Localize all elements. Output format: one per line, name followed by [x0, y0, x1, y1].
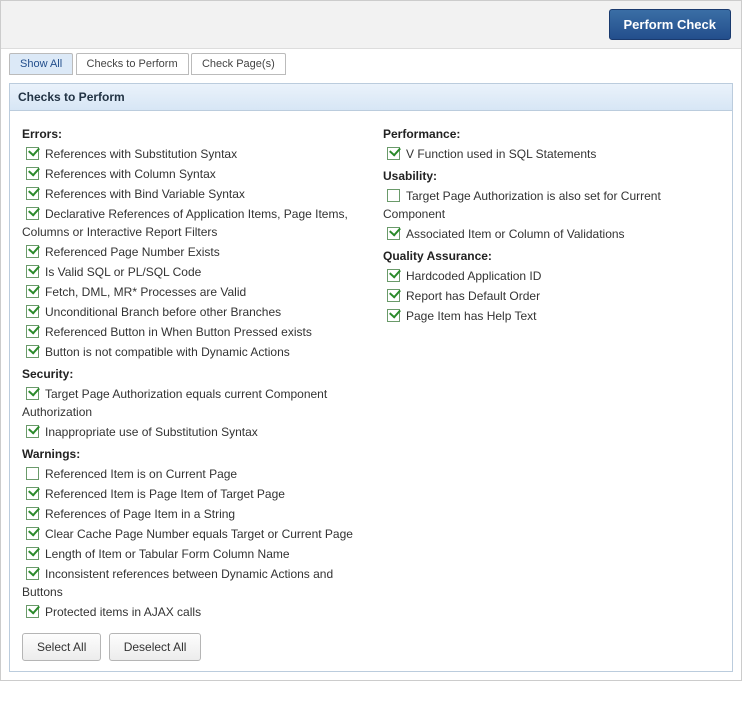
- check-label: References with Bind Variable Syntax: [45, 187, 245, 201]
- checkbox-references-of-page-item-in-a-string[interactable]: [26, 507, 39, 520]
- check-item: References with Column Syntax: [22, 165, 359, 183]
- check-item: Hardcoded Application ID: [383, 267, 720, 285]
- checkbox-protected-items-in-ajax-calls[interactable]: [26, 605, 39, 618]
- check-label: Target Page Authorization equals current…: [22, 387, 327, 419]
- check-label: Is Valid SQL or PL/SQL Code: [45, 265, 201, 279]
- group-title-errors: Errors:: [22, 127, 359, 141]
- checkbox-target-page-authorization-equals-current[interactable]: [26, 387, 39, 400]
- group-title-warnings: Warnings:: [22, 447, 359, 461]
- check-item: Target Page Authorization equals current…: [22, 385, 359, 421]
- select-all-button[interactable]: Select All: [22, 633, 101, 661]
- check-item: Referenced Item is on Current Page: [22, 465, 359, 483]
- checkbox-referenced-item-is-on-current-page[interactable]: [26, 467, 39, 480]
- check-label: Clear Cache Page Number equals Target or…: [45, 527, 353, 541]
- check-label: References with Substitution Syntax: [45, 147, 237, 161]
- check-item: References with Bind Variable Syntax: [22, 185, 359, 203]
- tab-checks-to-perform[interactable]: Checks to Perform: [76, 53, 189, 75]
- check-item: Button is not compatible with Dynamic Ac…: [22, 343, 359, 361]
- check-label: Protected items in AJAX calls: [45, 605, 201, 619]
- checkbox-associated-item-or-column-of-validations[interactable]: [387, 227, 400, 240]
- check-item: V Function used in SQL Statements: [383, 145, 720, 163]
- group-title-performance: Performance:: [383, 127, 720, 141]
- check-item: Referenced Item is Page Item of Target P…: [22, 485, 359, 503]
- group-title-security: Security:: [22, 367, 359, 381]
- checkbox-referenced-item-is-page-item-of-target-p[interactable]: [26, 487, 39, 500]
- check-item: Target Page Authorization is also set fo…: [383, 187, 720, 223]
- check-label: V Function used in SQL Statements: [406, 147, 596, 161]
- check-label: Page Item has Help Text: [406, 309, 537, 323]
- checkbox-referenced-button-in-when-button-pressed[interactable]: [26, 325, 39, 338]
- checkbox-is-valid-sql-or-pl-sql-code[interactable]: [26, 265, 39, 278]
- check-item: Clear Cache Page Number equals Target or…: [22, 525, 359, 543]
- check-item: Inappropriate use of Substitution Syntax: [22, 423, 359, 441]
- check-label: Report has Default Order: [406, 289, 540, 303]
- check-label: References of Page Item in a String: [45, 507, 235, 521]
- check-item: Inconsistent references between Dynamic …: [22, 565, 359, 601]
- checkbox-clear-cache-page-number-equals-target-or[interactable]: [26, 527, 39, 540]
- check-item: References of Page Item in a String: [22, 505, 359, 523]
- check-item: References with Substitution Syntax: [22, 145, 359, 163]
- checkbox-inappropriate-use-of-substitution-syntax[interactable]: [26, 425, 39, 438]
- check-label: Fetch, DML, MR* Processes are Valid: [45, 285, 246, 299]
- check-label: Referenced Page Number Exists: [45, 245, 220, 259]
- checkbox-references-with-substitution-syntax[interactable]: [26, 147, 39, 160]
- check-item: Report has Default Order: [383, 287, 720, 305]
- tab-bar: Show All Checks to Perform Check Page(s): [1, 49, 741, 75]
- checkbox-page-item-has-help-text[interactable]: [387, 309, 400, 322]
- perform-check-button[interactable]: Perform Check: [609, 9, 731, 40]
- check-label: Unconditional Branch before other Branch…: [45, 305, 281, 319]
- region-checks: Checks to Perform Errors: References with…: [9, 83, 733, 672]
- check-item: Associated Item or Column of Validations: [383, 225, 720, 243]
- check-label: Target Page Authorization is also set fo…: [383, 189, 661, 221]
- check-label: Associated Item or Column of Validations: [406, 227, 625, 241]
- tab-show-all[interactable]: Show All: [9, 53, 73, 75]
- check-label: Referenced Item is on Current Page: [45, 467, 237, 481]
- checkbox-references-with-column-syntax[interactable]: [26, 167, 39, 180]
- checkbox-referenced-page-number-exists[interactable]: [26, 245, 39, 258]
- check-label: Referenced Button in When Button Pressed…: [45, 325, 312, 339]
- check-label: Length of Item or Tabular Form Column Na…: [45, 547, 290, 561]
- region-title: Checks to Perform: [10, 84, 732, 111]
- check-item: Protected items in AJAX calls: [22, 603, 359, 621]
- toolbar: Perform Check: [1, 1, 741, 49]
- checkbox-report-has-default-order[interactable]: [387, 289, 400, 302]
- checkbox-fetch-dml-mr-processes-are-valid[interactable]: [26, 285, 39, 298]
- check-label: References with Column Syntax: [45, 167, 216, 181]
- check-item: Unconditional Branch before other Branch…: [22, 303, 359, 321]
- checkbox-length-of-item-or-tabular-form-column-na[interactable]: [26, 547, 39, 560]
- check-label: Declarative References of Application It…: [22, 207, 348, 239]
- check-item: Referenced Button in When Button Pressed…: [22, 323, 359, 341]
- check-item: Fetch, DML, MR* Processes are Valid: [22, 283, 359, 301]
- check-label: Referenced Item is Page Item of Target P…: [45, 487, 285, 501]
- check-item: Referenced Page Number Exists: [22, 243, 359, 261]
- button-row: Select All Deselect All: [22, 633, 720, 661]
- check-item: Page Item has Help Text: [383, 307, 720, 325]
- check-label: Inconsistent references between Dynamic …: [22, 567, 333, 599]
- checkbox-references-with-bind-variable-syntax[interactable]: [26, 187, 39, 200]
- tab-check-pages[interactable]: Check Page(s): [191, 53, 286, 75]
- checkbox-target-page-authorization-is-also-set-fo[interactable]: [387, 189, 400, 202]
- check-label: Hardcoded Application ID: [406, 269, 541, 283]
- checkbox-unconditional-branch-before-other-branch[interactable]: [26, 305, 39, 318]
- checkbox-hardcoded-application-id[interactable]: [387, 269, 400, 282]
- checkbox-inconsistent-references-between-dynamic-[interactable]: [26, 567, 39, 580]
- group-title-usability: Usability:: [383, 169, 720, 183]
- check-label: Button is not compatible with Dynamic Ac…: [45, 345, 290, 359]
- deselect-all-button[interactable]: Deselect All: [109, 633, 202, 661]
- check-item: Declarative References of Application It…: [22, 205, 359, 241]
- checkbox-button-is-not-compatible-with-dynamic-ac[interactable]: [26, 345, 39, 358]
- check-label: Inappropriate use of Substitution Syntax: [45, 425, 258, 439]
- group-title-quality-assurance: Quality Assurance:: [383, 249, 720, 263]
- checkbox-v-function-used-in-sql-statements[interactable]: [387, 147, 400, 160]
- check-item: Length of Item or Tabular Form Column Na…: [22, 545, 359, 563]
- check-item: Is Valid SQL or PL/SQL Code: [22, 263, 359, 281]
- checkbox-declarative-references-of-application-it[interactable]: [26, 207, 39, 220]
